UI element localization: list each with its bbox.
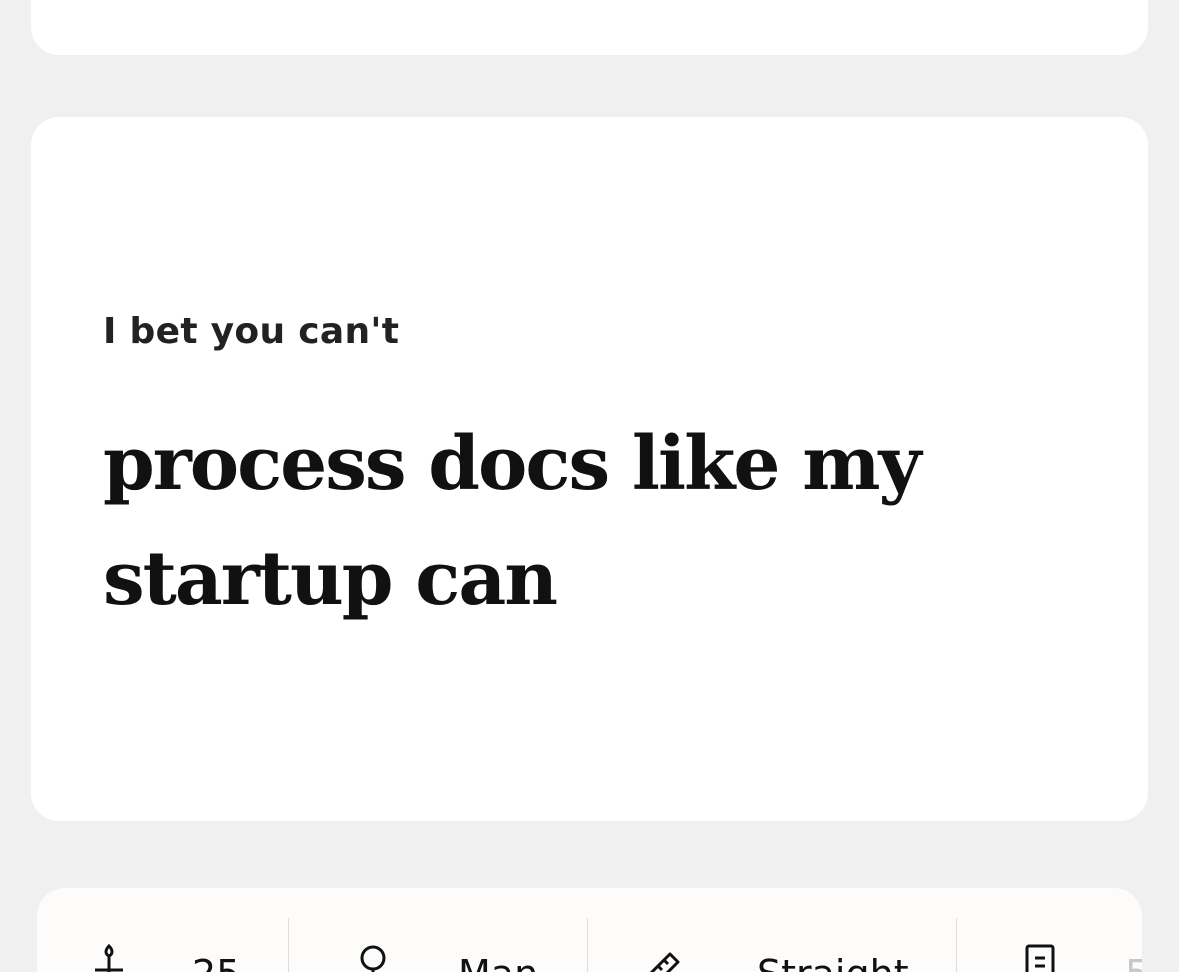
divider (587, 918, 588, 972)
age-value: 25 (192, 952, 240, 972)
prompt-answer: process docs like my startup can (103, 421, 922, 622)
divider (288, 918, 289, 972)
profile-page: I bet you can't process docs like my sta… (0, 0, 1179, 972)
door-icon (1025, 944, 1055, 972)
gender-value: Man (458, 952, 538, 972)
ruler-pencil-icon (649, 952, 680, 972)
info-value-4: 5 (1125, 952, 1142, 972)
divider (956, 918, 957, 972)
person-icon (360, 945, 386, 972)
previous-card (31, 0, 1148, 55)
age-icon (95, 944, 123, 972)
prompt-label: I bet you can't (103, 311, 400, 352)
prompt-card: I bet you can't process docs like my sta… (31, 117, 1148, 821)
info-bar: 25 Man Straight 5 (37, 888, 1142, 972)
orientation-value: Straight (757, 952, 909, 972)
